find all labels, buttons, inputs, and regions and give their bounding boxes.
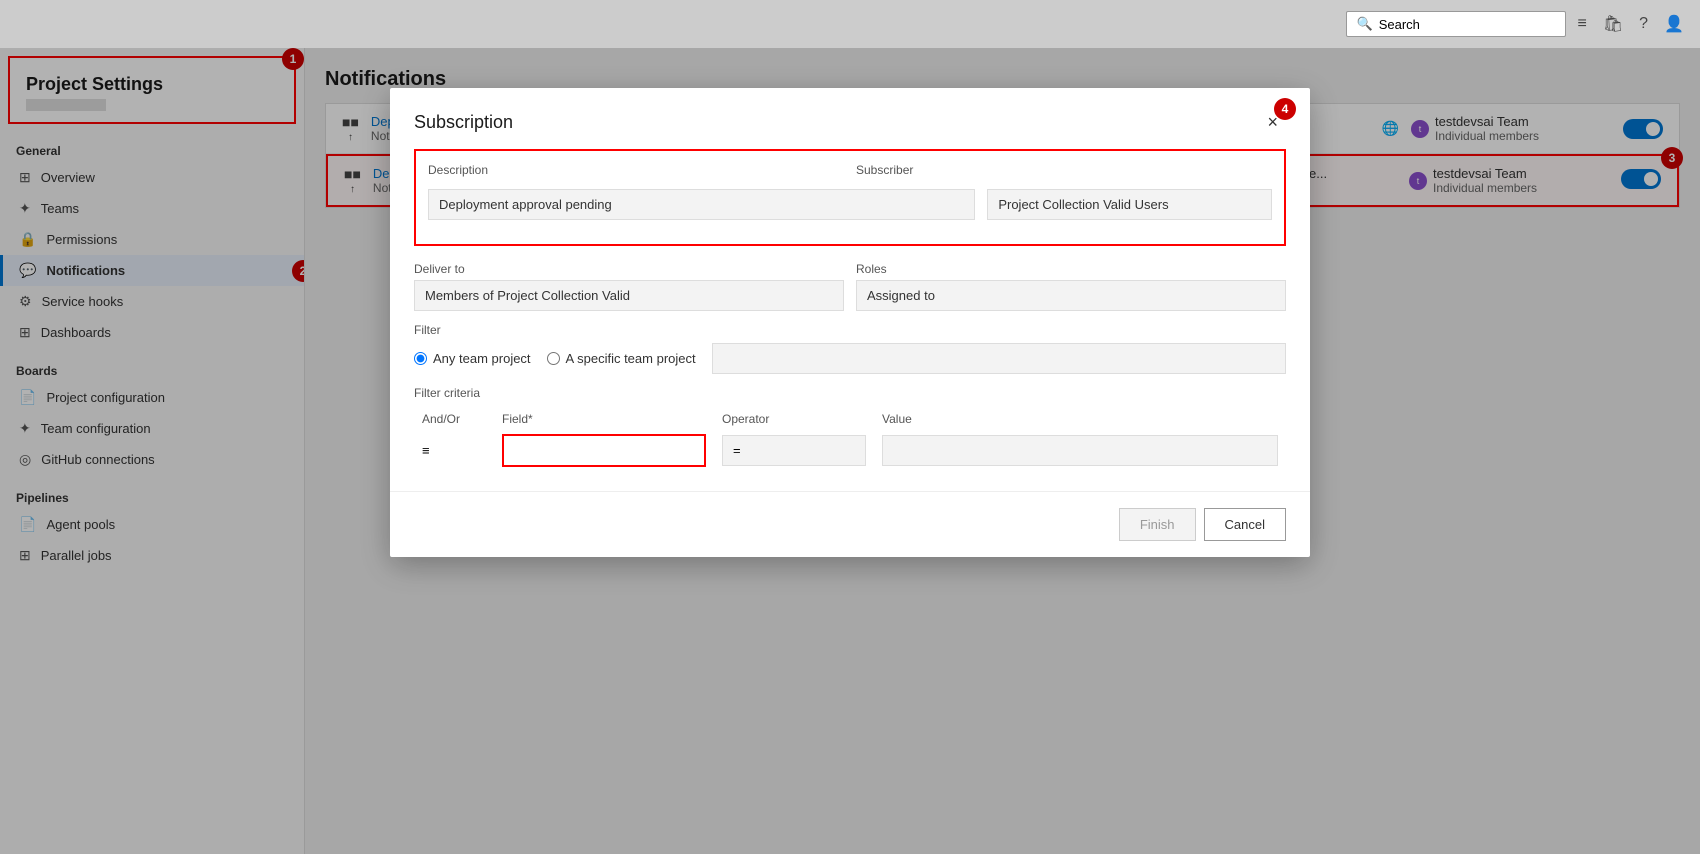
roles-input[interactable] — [856, 280, 1286, 311]
field-col-header: Field* — [494, 408, 714, 430]
deliver-to-label: Deliver to — [414, 262, 844, 276]
values-row — [428, 189, 1272, 220]
filter-criteria-label: Filter criteria — [414, 386, 1286, 400]
criteria-row: ≡ — [414, 430, 1286, 471]
list-icon[interactable]: ≡ — [1578, 15, 1587, 33]
filter-specific-input[interactable] — [712, 343, 1286, 374]
filter-specific-label: A specific team project — [566, 351, 696, 366]
modal-close-button[interactable]: × 4 — [1259, 108, 1286, 137]
operator-col-header: Operator — [714, 408, 874, 430]
subscription-modal: Subscription × 4 Description Subscriber — [390, 88, 1310, 557]
field-cell — [494, 430, 714, 471]
modal-overlay: Subscription × 4 Description Subscriber — [0, 48, 1700, 854]
description-input[interactable] — [428, 189, 975, 220]
subscriber-label: Subscriber — [856, 163, 1272, 177]
deliver-to-input[interactable] — [414, 280, 844, 311]
labels-row: Description Subscriber — [428, 163, 1272, 177]
roles-label: Roles — [856, 262, 1286, 276]
user-icon[interactable]: 👤 — [1664, 14, 1684, 34]
search-box[interactable]: 🔍 Search — [1346, 11, 1566, 37]
field-input[interactable] — [502, 434, 706, 467]
finish-button[interactable]: Finish — [1119, 508, 1196, 541]
filter-any-radio[interactable] — [414, 352, 427, 365]
deliver-to-group: Deliver to — [414, 262, 844, 311]
operator-input[interactable] — [722, 435, 866, 466]
subscriber-group: Subscriber — [856, 163, 1272, 177]
deliver-roles-row: Deliver to Roles — [414, 262, 1286, 311]
value-col-header: Value — [874, 408, 1286, 430]
subscriber-input[interactable] — [987, 189, 1272, 220]
filter-options-row: Any team project A specific team project — [414, 343, 1286, 374]
cancel-button[interactable]: Cancel — [1204, 508, 1286, 541]
help-icon[interactable]: ? — [1639, 15, 1648, 33]
topbar: 🔍 Search ≡ 🛍 ? 👤 — [0, 0, 1700, 48]
filter-any-option[interactable]: Any team project — [414, 351, 531, 366]
search-placeholder: Search — [1379, 17, 1420, 32]
modal-header: Subscription × 4 — [390, 88, 1310, 149]
andor-col-header: And/Or — [414, 408, 494, 430]
bag-icon[interactable]: 🛍 — [1603, 14, 1623, 34]
value-cell — [874, 430, 1286, 471]
topbar-icons: ≡ 🛍 ? 👤 — [1578, 14, 1684, 34]
filter-any-label: Any team project — [433, 351, 531, 366]
criteria-table: And/Or Field* Operator Value ≡ — [414, 408, 1286, 471]
operator-cell — [714, 430, 874, 471]
andor-cell: ≡ — [414, 430, 494, 471]
modal-title: Subscription — [414, 112, 513, 133]
roles-group: Roles — [856, 262, 1286, 311]
search-icon: 🔍 — [1357, 16, 1373, 32]
filter-label: Filter — [414, 323, 1286, 337]
modal-close-badge: 4 — [1274, 98, 1296, 120]
filter-specific-radio[interactable] — [547, 352, 560, 365]
modal-footer: Finish Cancel — [390, 491, 1310, 557]
description-subscriber-section: Description Subscriber — [414, 149, 1286, 246]
filter-criteria-section: Filter criteria And/Or Field* Operator V… — [414, 386, 1286, 471]
description-group: Description — [428, 163, 844, 177]
value-input[interactable] — [882, 435, 1278, 466]
description-label: Description — [428, 163, 844, 177]
andor-icon: ≡ — [422, 443, 430, 458]
filter-section: Filter Any team project A specific team … — [414, 323, 1286, 374]
filter-specific-option[interactable]: A specific team project — [547, 351, 696, 366]
modal-body: Description Subscriber Deliver to — [390, 149, 1310, 491]
